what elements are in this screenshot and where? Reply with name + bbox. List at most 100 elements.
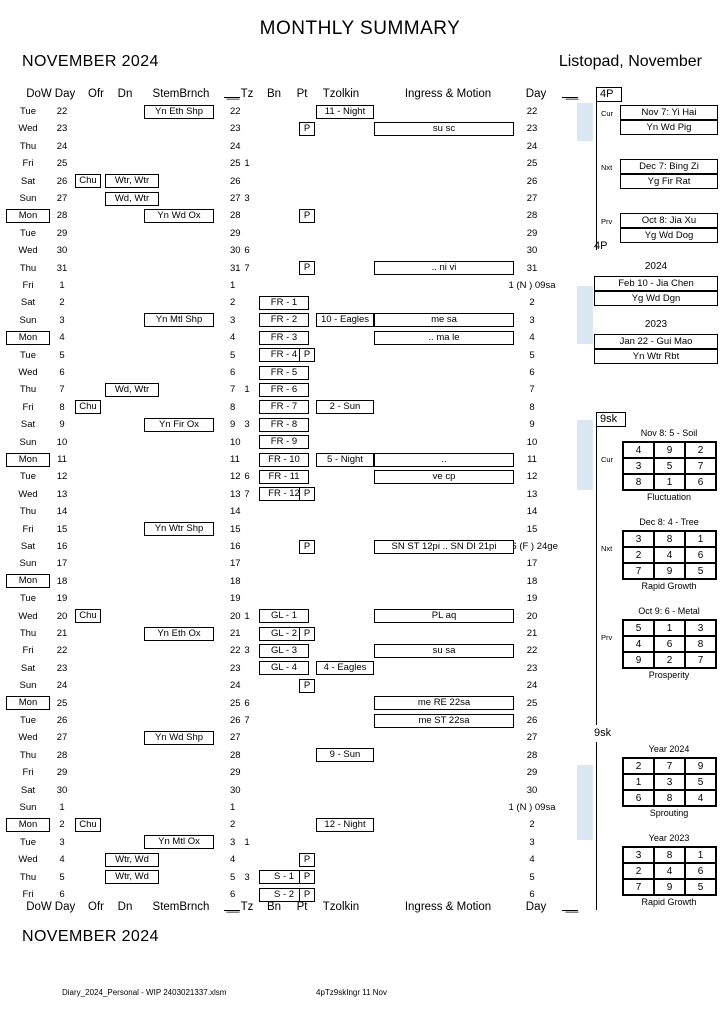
pt-box: P <box>299 348 315 363</box>
year-line1: Jan 22 - Gui Mao <box>594 334 718 349</box>
cell-dow: Thu <box>19 506 37 518</box>
cell-dow: Fri <box>22 280 34 291</box>
magic-cur-head: Nov 8: 5 - Soil <box>640 428 698 438</box>
pt-box: P <box>299 887 315 902</box>
cell-tz-num: 1 <box>230 802 236 813</box>
cell-day: 26 <box>56 715 68 726</box>
cell-day: 10 <box>56 436 68 448</box>
ingress-box: su sc <box>374 121 514 136</box>
tzolkin-box: 5 - Night <box>316 452 374 467</box>
cell-dow: Fri <box>22 401 34 413</box>
magic-cur-cell: 2 <box>685 442 716 458</box>
cell-tz-num: 15 <box>230 523 241 535</box>
cell-tz-num: 8 <box>230 401 236 413</box>
magic-nxt-cell: 5 <box>685 563 716 579</box>
cell-dow: Sun <box>19 802 37 813</box>
cell-day2: 10 <box>526 436 538 448</box>
cell-dow: Wed <box>18 732 38 744</box>
magic-nxt-cell: 7 <box>623 563 654 579</box>
cell-day2: 23 <box>526 662 538 674</box>
dn-box: Wd, Wtr <box>105 382 159 397</box>
cell-tz-num: 19 <box>230 593 241 605</box>
stembrnch-box: Yn Eth Ox <box>144 626 214 641</box>
pillar-tag-prv: Prv <box>601 217 613 226</box>
magic-year-1-cell: 8 <box>654 790 685 806</box>
column-header-bn: Bn <box>266 88 282 100</box>
cell-bn-num: 3 <box>244 645 250 657</box>
mon-box: Mon <box>6 330 50 345</box>
cell-dow: Tue <box>19 836 37 848</box>
magic-year-1-cell: 3 <box>654 774 685 790</box>
cell-dow: Sat <box>20 297 36 309</box>
year-label: 2024 <box>644 261 668 272</box>
cell-dow: Wed <box>18 854 38 866</box>
magic-year-2-cell: 1 <box>685 847 716 863</box>
cell-tz-num: 5 <box>230 349 236 361</box>
ingress-box: .. ni vi <box>374 261 514 276</box>
pt-box: P <box>299 487 315 502</box>
cell-tz-num: 16 <box>230 541 241 552</box>
cell-day2: 1 (N ) 09sa <box>508 280 556 291</box>
cell-day2: 9 <box>529 419 535 431</box>
cell-day: 1 <box>59 802 65 813</box>
cell-dow: Thu <box>19 140 37 152</box>
magic-cur-cell: 8 <box>623 474 654 490</box>
ofr-box: Chu <box>75 817 101 832</box>
cell-day: 19 <box>56 593 68 605</box>
magic-year-2-cell: 9 <box>654 879 685 895</box>
cell-tz-num: 11 <box>230 454 240 465</box>
cell-tz-num: 18 <box>230 575 241 587</box>
cell-tz-num: 28 <box>230 749 241 761</box>
cell-day2: 30 <box>526 245 538 257</box>
magic-year-1-cell: 4 <box>685 790 716 806</box>
cell-day2: 25 <box>526 158 538 170</box>
cell-bn-num: 6 <box>244 245 250 257</box>
cell-day: 27 <box>56 732 68 744</box>
pt-box: P <box>299 678 315 693</box>
cell-day: 20 <box>56 610 68 622</box>
column-header-day: Day <box>54 88 76 100</box>
cell-day2: 24 <box>526 680 538 692</box>
cell-day2: 29 <box>526 767 538 779</box>
cell-day2: 5 <box>529 871 535 883</box>
magic-nxt-cell: 3 <box>623 531 654 547</box>
cell-dow: Fri <box>22 889 34 900</box>
cell-day2: 17 <box>526 558 538 570</box>
header-underline <box>224 910 240 911</box>
cell-bn-num: 3 <box>244 871 250 883</box>
cell-day: 30 <box>56 784 68 796</box>
ingress-box: me ST 22sa <box>374 713 514 728</box>
highlight-bar-3 <box>577 420 593 490</box>
magic-year-1-head: Year 2024 <box>648 744 690 754</box>
cell-day2: 14 <box>526 506 538 518</box>
magic-cur-cell: 4 <box>623 442 654 458</box>
cell-tz-num: 27 <box>230 732 241 744</box>
cell-tz-num: 4 <box>230 854 236 866</box>
stembrnch-box: Yn Wd Ox <box>144 208 214 223</box>
cell-dow: Sun <box>19 558 37 570</box>
column-header-pt: Pt <box>296 88 308 100</box>
cell-day: 12 <box>56 471 68 483</box>
cell-day: 1 <box>59 280 65 291</box>
mon-box: Mon <box>6 817 50 832</box>
magic-cur-cell: 3 <box>623 458 654 474</box>
grid-tag-cur: Cur <box>601 455 614 464</box>
cell-day2: 22 <box>526 106 538 117</box>
cell-day2: 28 <box>526 749 538 761</box>
pillar-line2: Yg Fir Rat <box>620 174 718 189</box>
column-header-stembrnch: StemBrnch <box>152 901 210 913</box>
grid-tag-nxt: Nxt <box>601 544 613 553</box>
cell-bn-num: 3 <box>244 193 250 204</box>
pillar-line1: Nov 7: Yi Hai <box>620 105 718 120</box>
tzolkin-box: 10 - Eagles <box>316 313 374 328</box>
cell-day2: 2 <box>529 819 535 831</box>
bn-box: FR - 8 <box>259 417 309 432</box>
dn-box: Wd, Wtr <box>105 191 159 206</box>
magic-year-1-cell: 9 <box>685 758 716 774</box>
cell-dow: Tue <box>19 715 37 726</box>
magic-prv-cell: 7 <box>685 652 716 668</box>
month-heading-top: NOVEMBER 2024 <box>22 53 159 70</box>
column-header-day2: Day <box>525 901 547 913</box>
header-underline <box>562 97 578 98</box>
cell-day: 9 <box>59 419 65 431</box>
